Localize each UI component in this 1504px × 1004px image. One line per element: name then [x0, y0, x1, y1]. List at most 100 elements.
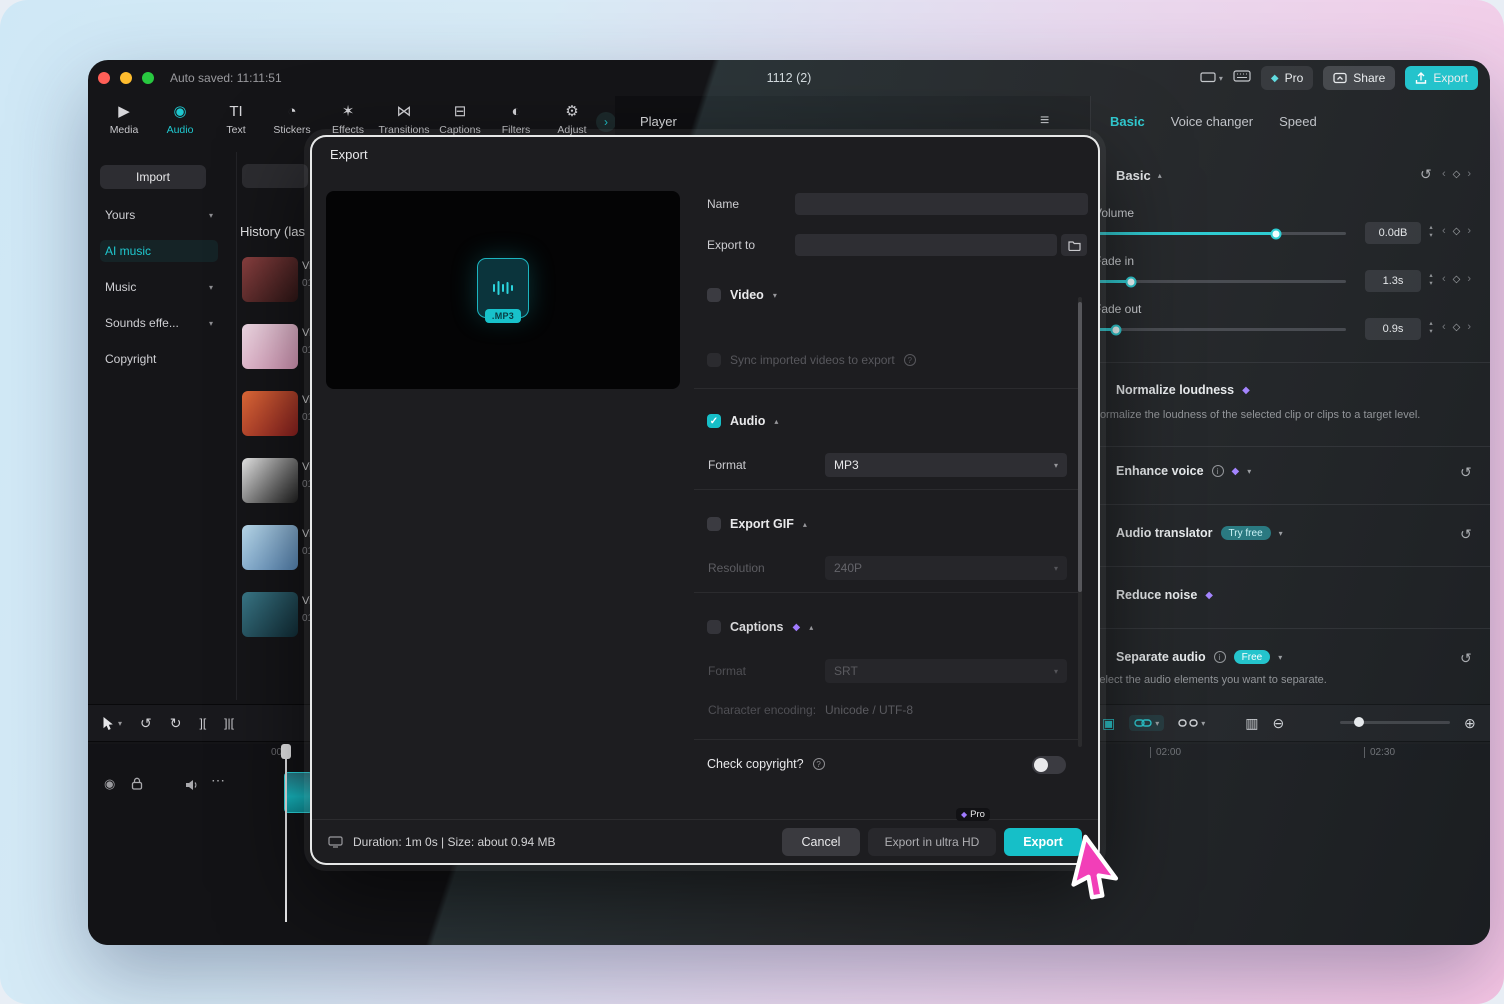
- separate-audio-row[interactable]: Separate audio i Free ▾: [1116, 650, 1282, 664]
- fade-in-slider-handle[interactable]: [1126, 276, 1137, 287]
- keyframe-diamond-icon[interactable]: ◇: [1453, 169, 1461, 180]
- history-thumbnail[interactable]: [242, 592, 298, 637]
- split-delete-icon[interactable]: ]|[: [224, 716, 234, 730]
- tab-basic[interactable]: Basic: [1110, 114, 1145, 129]
- name-input[interactable]: [795, 193, 1088, 215]
- timeline-zoom-handle[interactable]: [1354, 717, 1364, 727]
- sidebar-item-yours[interactable]: Yours▾: [100, 204, 218, 226]
- captions-checkbox[interactable]: [707, 620, 721, 634]
- volume-value[interactable]: 0.0dB: [1365, 222, 1421, 244]
- fade-out-slider[interactable]: [1096, 328, 1346, 331]
- split-icon[interactable]: ][: [199, 716, 206, 730]
- track-lock-icon[interactable]: [131, 777, 143, 795]
- link-clips-button[interactable]: ▾: [1129, 715, 1164, 731]
- resolution-select[interactable]: 240P ▾: [825, 556, 1067, 580]
- history-thumbnail[interactable]: [242, 458, 298, 503]
- keyframe-next-icon[interactable]: ›: [1467, 168, 1471, 180]
- tab-audio[interactable]: ◉Audio: [152, 96, 208, 136]
- audio-clip[interactable]: [284, 772, 313, 813]
- unlink-clips-button[interactable]: ▾: [1178, 718, 1205, 728]
- tab-captions[interactable]: ⊟Captions: [432, 96, 488, 136]
- display-mode-icon[interactable]: ▾: [1200, 72, 1223, 84]
- track-cover-icon[interactable]: ◉: [104, 776, 115, 792]
- keyframe-prev-icon[interactable]: ‹: [1442, 168, 1446, 180]
- pointer-tool-button[interactable]: ▾: [102, 716, 122, 731]
- tab-transitions[interactable]: ⋈Transitions: [376, 96, 432, 136]
- zoom-out-icon[interactable]: ⊖: [1273, 715, 1285, 732]
- fade-out-slider-handle[interactable]: [1111, 324, 1122, 335]
- fade-out-value[interactable]: 0.9s: [1365, 318, 1421, 340]
- undo-icon[interactable]: ↺: [140, 715, 152, 732]
- history-thumbnail[interactable]: [242, 324, 298, 369]
- basic-reset-icon[interactable]: ↺: [1420, 166, 1432, 183]
- audio-checkbox[interactable]: ✓: [707, 414, 721, 428]
- tab-adjust[interactable]: ⚙Adjust: [544, 96, 600, 136]
- normalize-loudness-row[interactable]: Normalize loudness ◆: [1116, 383, 1250, 397]
- gif-checkbox[interactable]: [707, 517, 721, 531]
- preview-axis-icon[interactable]: ▥: [1245, 715, 1258, 732]
- sidebar-item-copyright[interactable]: Copyright: [100, 348, 218, 370]
- player-menu-icon[interactable]: ≡: [1040, 112, 1049, 130]
- basic-section-header[interactable]: Basic ▴: [1116, 168, 1162, 183]
- enhance-voice-reset-icon[interactable]: ↺: [1460, 464, 1472, 481]
- volume-keyframe-controls[interactable]: ‹◇›: [1442, 225, 1471, 237]
- tab-speed[interactable]: Speed: [1279, 114, 1317, 129]
- import-button[interactable]: Import: [100, 165, 206, 189]
- pro-button[interactable]: ◆ Pro: [1261, 66, 1313, 90]
- history-thumbnail[interactable]: [242, 525, 298, 570]
- playhead-line[interactable]: [285, 744, 287, 922]
- volume-slider-handle[interactable]: [1271, 228, 1282, 239]
- panel-collapse-button[interactable]: ›: [596, 112, 616, 132]
- audio-format-select[interactable]: MP3 ▾: [825, 453, 1067, 477]
- export-button-titlebar[interactable]: Export: [1405, 66, 1478, 90]
- audio-translator-row[interactable]: Audio translator Try free ▾: [1116, 526, 1283, 540]
- fade-in-stepper[interactable]: ▴▾: [1425, 272, 1437, 288]
- timeline-zoom-slider[interactable]: [1340, 721, 1450, 724]
- playhead-handle[interactable]: [281, 744, 291, 759]
- fade-in-slider[interactable]: [1096, 280, 1346, 283]
- chevron-up-icon[interactable]: ▴: [803, 520, 807, 529]
- history-thumbnail[interactable]: [242, 391, 298, 436]
- history-search-input[interactable]: [242, 164, 308, 188]
- chevron-up-icon[interactable]: ▴: [774, 417, 778, 426]
- history-thumbnail[interactable]: [242, 257, 298, 302]
- dialog-scrollbar-thumb[interactable]: [1078, 302, 1082, 592]
- share-button[interactable]: Share: [1323, 66, 1395, 90]
- track-mute-icon[interactable]: [185, 778, 199, 796]
- tab-effects[interactable]: ✶Effects: [320, 96, 376, 136]
- zoom-in-icon[interactable]: ⊕: [1464, 715, 1476, 732]
- tab-text[interactable]: TIText: [208, 96, 264, 136]
- audio-translator-reset-icon[interactable]: ↺: [1460, 526, 1472, 543]
- tab-media[interactable]: ▶Media: [96, 96, 152, 136]
- sync-checkbox[interactable]: [707, 353, 721, 367]
- auto-keyframe-icon[interactable]: ▣: [1102, 715, 1115, 732]
- redo-icon[interactable]: ↻: [170, 715, 182, 732]
- sidebar-item-ai-music[interactable]: AI music: [100, 240, 218, 262]
- chevron-up-icon[interactable]: ▴: [809, 623, 813, 632]
- cancel-button[interactable]: Cancel: [782, 828, 860, 856]
- export-to-input[interactable]: [795, 234, 1057, 256]
- volume-stepper[interactable]: ▴▾: [1425, 224, 1437, 240]
- captions-format-select[interactable]: SRT ▾: [825, 659, 1067, 683]
- basic-keyframe-controls[interactable]: ‹ ◇ ›: [1442, 168, 1471, 180]
- tab-stickers[interactable]: ◔Stickers: [264, 96, 320, 136]
- volume-slider[interactable]: [1096, 232, 1346, 235]
- chevron-down-icon[interactable]: ▾: [773, 291, 777, 300]
- fade-out-keyframe-controls[interactable]: ‹◇›: [1442, 321, 1471, 333]
- reduce-noise-row[interactable]: Reduce noise ◆: [1116, 588, 1213, 602]
- sidebar-item-music[interactable]: Music▾: [100, 276, 218, 298]
- fade-out-stepper[interactable]: ▴▾: [1425, 320, 1437, 336]
- fade-in-keyframe-controls[interactable]: ‹◇›: [1442, 273, 1471, 285]
- fade-in-value[interactable]: 1.3s: [1365, 270, 1421, 292]
- video-checkbox[interactable]: [707, 288, 721, 302]
- tab-filters[interactable]: ◐Filters: [488, 96, 544, 136]
- keyboard-shortcuts-icon[interactable]: [1233, 69, 1251, 87]
- copyright-toggle[interactable]: [1032, 756, 1066, 774]
- export-ultra-hd-button[interactable]: Export in ultra HD: [868, 828, 996, 856]
- track-more-icon[interactable]: ⋯: [211, 772, 225, 789]
- separate-audio-reset-icon[interactable]: ↺: [1460, 650, 1472, 667]
- sidebar-item-sound-effects[interactable]: Sounds effe...▾: [100, 312, 218, 334]
- browse-folder-button[interactable]: [1061, 234, 1087, 256]
- enhance-voice-row[interactable]: Enhance voice i ◆ ▾: [1116, 464, 1251, 478]
- tab-voice-changer[interactable]: Voice changer: [1171, 114, 1253, 129]
